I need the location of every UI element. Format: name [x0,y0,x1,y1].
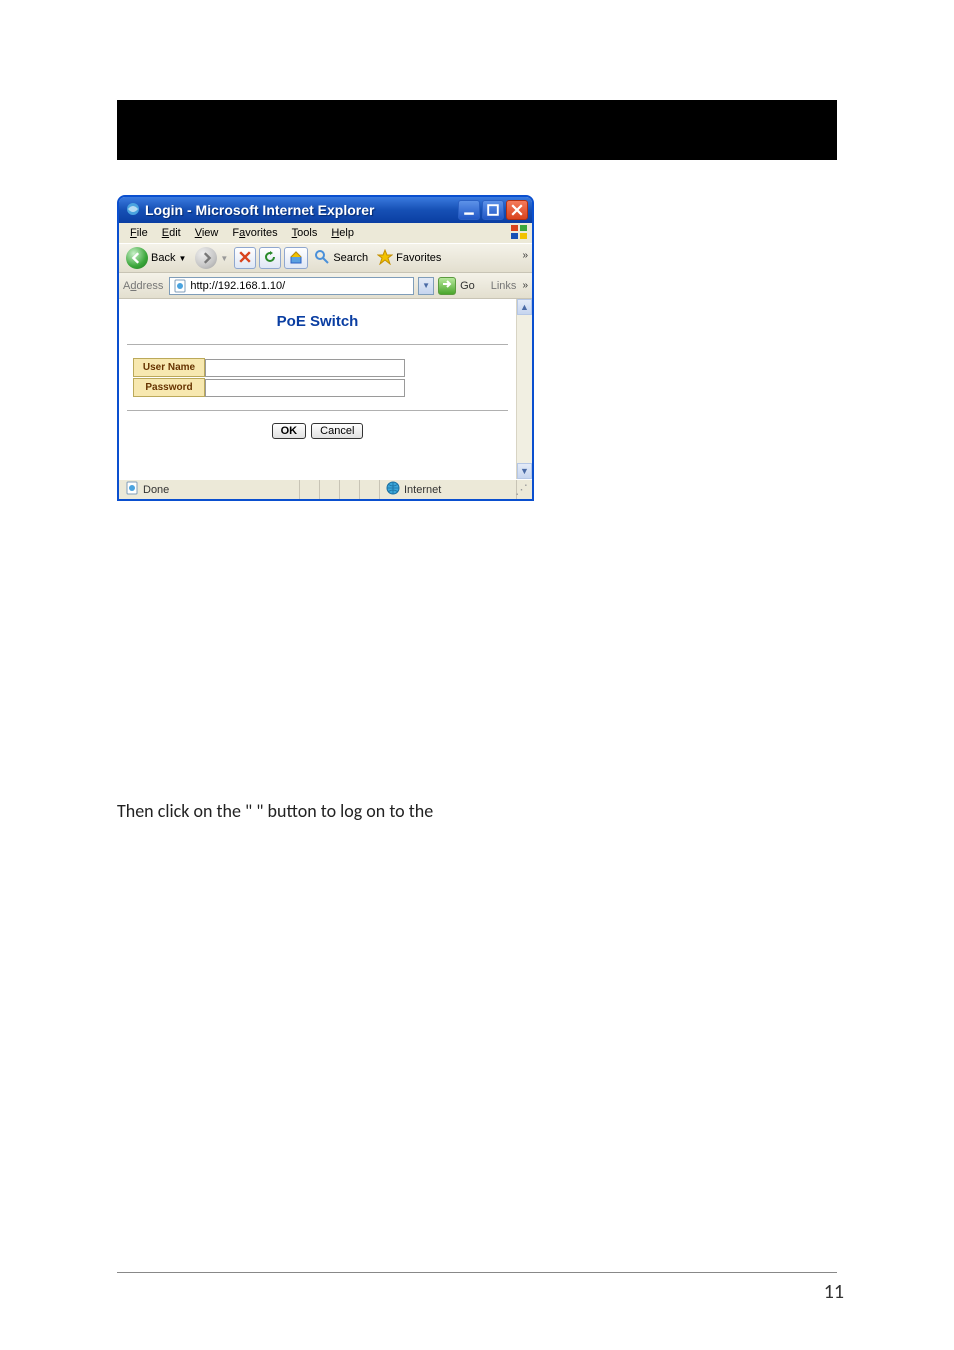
chevron-down-icon: ▼ [178,254,186,263]
menu-edit[interactable]: Edit [155,225,188,241]
links-label[interactable]: Links [489,280,519,292]
forward-icon [195,247,217,269]
page-number: 11 [824,1280,844,1304]
menu-file[interactable]: File [123,225,155,241]
toolbar-overflow-icon[interactable]: » [522,250,528,261]
search-icon [314,249,330,268]
window-title: Login - Microsoft Internet Explorer [145,202,374,218]
ok-button[interactable]: OK [272,423,307,439]
search-button[interactable]: Search [311,247,371,270]
maximize-button[interactable] [482,200,504,220]
address-overflow-icon[interactable]: » [522,280,528,291]
go-button[interactable] [438,277,456,295]
page-icon [125,481,139,498]
password-label: Password [133,378,205,397]
username-label: User Name [133,358,205,377]
address-url: http://192.168.1.10/ [190,280,285,292]
address-label: Address [123,280,165,292]
home-icon [289,250,303,267]
menu-view[interactable]: View [188,225,226,241]
go-arrow-icon [442,279,452,292]
forward-button[interactable]: ▼ [192,245,231,271]
internet-zone-icon [386,481,400,498]
password-input[interactable] [205,379,405,397]
cancel-button[interactable]: Cancel [311,423,363,439]
body-text: Then click on the " " button to log on t… [117,800,433,822]
scroll-down-icon[interactable]: ▼ [517,463,532,479]
scroll-track[interactable] [517,315,532,463]
status-done: Done [143,484,169,496]
page-heading: PoE Switch [127,309,508,344]
scroll-up-icon[interactable]: ▲ [517,299,532,315]
username-input[interactable] [205,359,405,377]
toolbar: Back ▼ ▼ Search Favorites » [119,243,532,273]
address-input[interactable]: http://192.168.1.10/ [169,277,414,295]
refresh-button[interactable] [259,247,281,269]
menu-tools[interactable]: Tools [285,225,325,241]
back-button[interactable]: Back ▼ [123,245,189,271]
stop-icon [239,251,251,266]
page-icon [173,279,187,293]
minimize-button[interactable] [458,200,480,220]
favorites-button[interactable]: Favorites [374,247,444,270]
go-label: Go [460,280,475,292]
refresh-icon [264,251,276,266]
menubar: File Edit View Favorites Tools Help [119,223,532,243]
black-band [117,100,837,160]
star-icon [377,249,393,268]
page-content: PoE Switch User Name Password OK Cancel [119,299,516,479]
home-button[interactable] [284,247,308,269]
address-dropdown[interactable]: ▼ [418,277,434,295]
address-bar: Address http://192.168.1.10/ ▼ Go Links … [119,273,532,299]
stop-button[interactable] [234,247,256,269]
vertical-scrollbar[interactable]: ▲ ▼ [516,299,532,479]
menu-help[interactable]: Help [324,225,361,241]
windows-flag-icon [510,224,528,240]
ie-window: Login - Microsoft Internet Explorer File… [117,195,534,501]
chevron-down-icon: ▼ [220,254,228,263]
footer-rule [117,1272,837,1273]
chevron-down-icon: ▼ [422,281,430,290]
titlebar: Login - Microsoft Internet Explorer [119,197,532,223]
close-button[interactable] [506,200,528,220]
status-zone: Internet [404,484,441,496]
menu-favorites[interactable]: Favorites [225,225,284,241]
back-icon [126,247,148,269]
login-form: User Name Password [127,344,508,411]
resize-grip-icon[interactable]: ⋰ [516,480,532,499]
ie-logo-icon [125,201,141,220]
status-bar: Done Internet ⋰ [119,479,532,499]
